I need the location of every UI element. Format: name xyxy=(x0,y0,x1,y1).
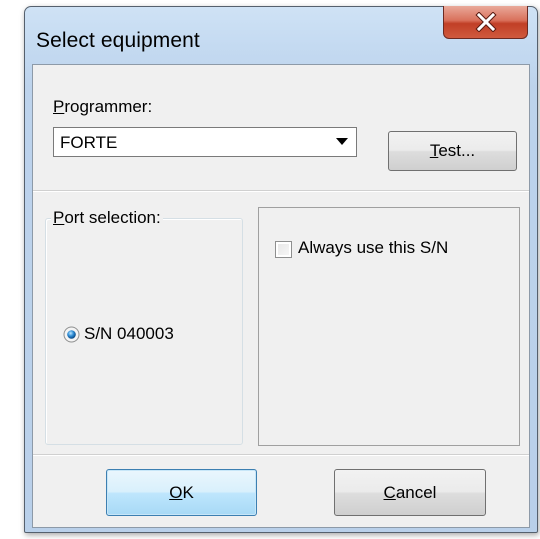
ok-button-label: OK xyxy=(169,482,194,502)
dialog-title: Select equipment xyxy=(36,29,200,52)
separator-bottom xyxy=(33,454,529,456)
always-use-label[interactable]: Always use this S/N xyxy=(298,238,448,258)
title-bar[interactable]: Select equipment xyxy=(25,6,537,65)
cancel-button-label: Cancel xyxy=(383,482,437,502)
programmer-select[interactable]: FORTE xyxy=(53,127,357,157)
close-button[interactable] xyxy=(443,6,528,39)
dialog-body: Programmer: FORTE Test... Port selection… xyxy=(32,64,530,528)
port-selection-label: Port selection: xyxy=(51,208,163,228)
always-use-checkbox[interactable] xyxy=(275,241,292,258)
chevron-down-icon xyxy=(336,138,348,145)
test-button-label: Test... xyxy=(429,141,476,160)
test-button[interactable]: Test... xyxy=(388,131,517,171)
separator-top xyxy=(33,190,529,192)
programmer-select-value: FORTE xyxy=(60,133,118,152)
radio-option-label[interactable]: S/N 040003 xyxy=(84,324,174,344)
radio-selected-icon[interactable] xyxy=(63,326,80,343)
dialog-window: Select equipment Programmer: FORTE Test.… xyxy=(24,6,538,533)
close-icon xyxy=(474,12,497,32)
ok-button[interactable]: OK xyxy=(106,469,257,516)
cancel-button[interactable]: Cancel xyxy=(334,469,486,516)
programmer-label: Programmer: xyxy=(53,97,153,116)
